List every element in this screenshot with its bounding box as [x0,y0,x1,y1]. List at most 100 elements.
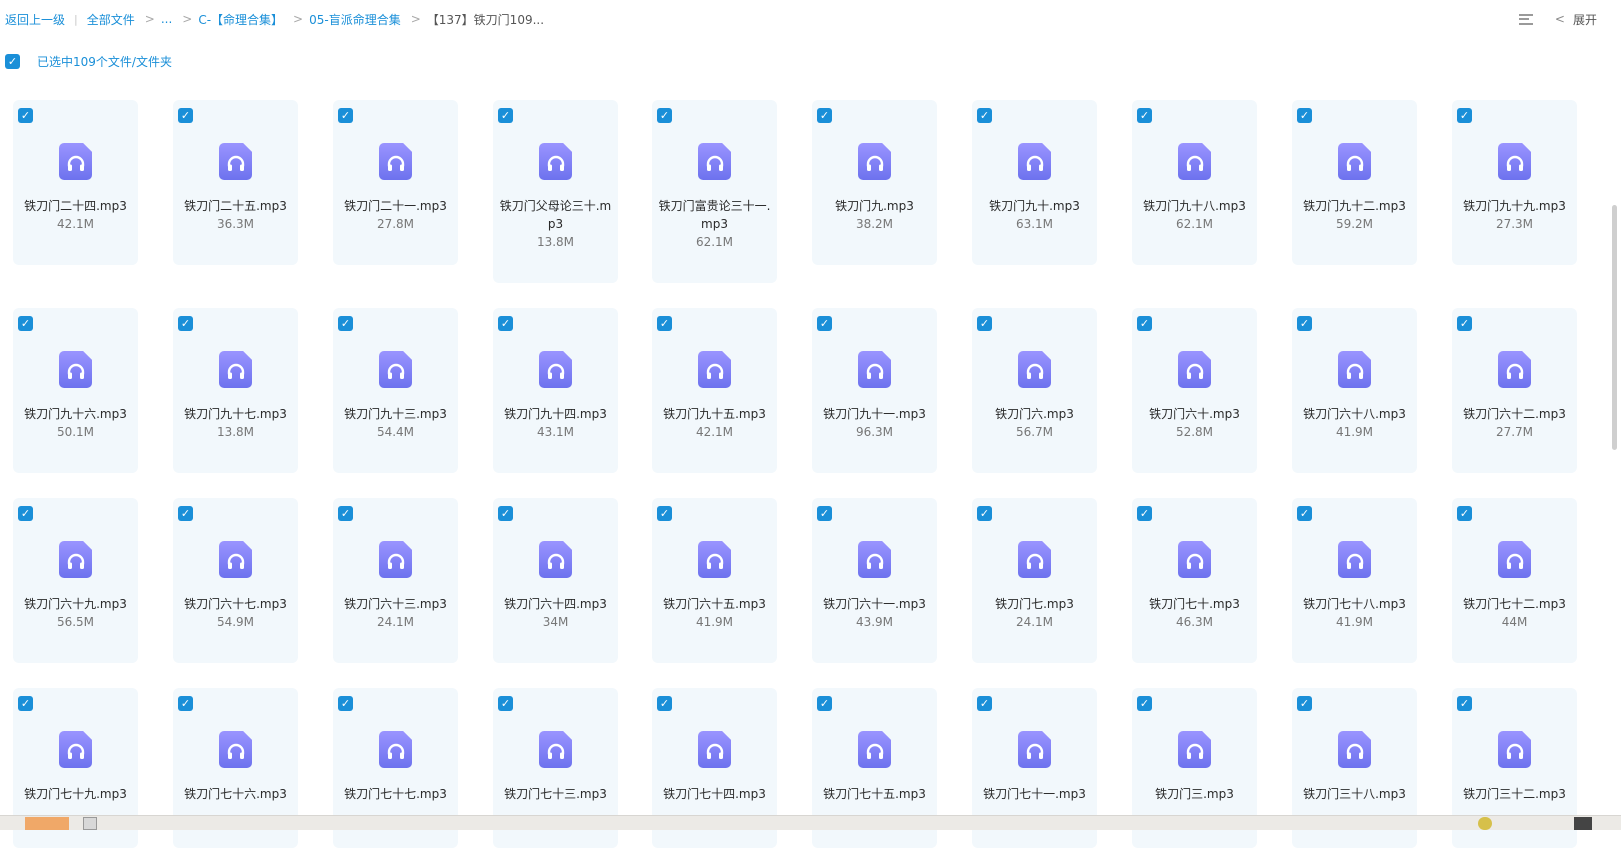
file-card[interactable]: ✓ 铁刀门七十八.mp3 41.9M [1292,498,1417,663]
file-checkbox[interactable]: ✓ [498,506,513,521]
file-checkbox[interactable]: ✓ [1137,696,1152,711]
check-icon: ✓ [1299,507,1310,520]
file-name: 铁刀门父母论三十.mp3 [499,199,612,231]
file-card[interactable]: ✓ 铁刀门七十二.mp3 44M [1452,498,1577,663]
file-checkbox[interactable]: ✓ [18,108,33,123]
file-card[interactable]: ✓ 铁刀门九十二.mp3 59.2M [1292,100,1417,265]
file-checkbox[interactable]: ✓ [498,696,513,711]
file-checkbox[interactable]: ✓ [498,316,513,331]
file-card[interactable]: ✓ 铁刀门父母论三十.mp3 13.8M [493,100,618,283]
file-size: 36.3M [216,217,255,231]
file-checkbox[interactable]: ✓ [657,316,672,331]
headphones-file-icon [1338,541,1371,578]
file-name-block: 铁刀门七十八.mp3 41.9M [1295,595,1414,631]
file-card[interactable]: ✓ 铁刀门九十四.mp3 43.1M [493,308,618,473]
tray-desktop-icon[interactable] [1574,817,1592,830]
check-icon: ✓ [20,317,31,330]
file-card[interactable]: ✓ 铁刀门九十五.mp3 42.1M [652,308,777,473]
file-card[interactable]: ✓ 铁刀门九.mp3 38.2M [812,100,937,265]
file-checkbox[interactable]: ✓ [817,696,832,711]
headphones-file-icon [1178,541,1211,578]
file-checkbox[interactable]: ✓ [657,108,672,123]
taskbar-app-button[interactable] [25,817,69,830]
file-checkbox[interactable]: ✓ [1457,696,1472,711]
file-checkbox[interactable]: ✓ [1297,316,1312,331]
file-checkbox[interactable]: ✓ [1137,506,1152,521]
taskbar-app-icon[interactable] [83,817,97,830]
file-card[interactable]: ✓ 铁刀门二十四.mp3 42.1M [13,100,138,265]
file-card[interactable]: ✓ 铁刀门六十九.mp3 56.5M [13,498,138,663]
headphones-file-icon [858,541,891,578]
file-card[interactable]: ✓ 铁刀门六十一.mp3 43.9M [812,498,937,663]
file-checkbox[interactable]: ✓ [1137,316,1152,331]
file-card[interactable]: ✓ 铁刀门二十一.mp3 27.8M [333,100,458,265]
file-name-block: 铁刀门七十七.mp3 [336,785,455,803]
headphones-file-icon [1498,351,1531,388]
file-card[interactable]: ✓ 铁刀门七十.mp3 46.3M [1132,498,1257,663]
check-icon: ✓ [1139,697,1150,710]
file-card[interactable]: ✓ 铁刀门六十三.mp3 24.1M [333,498,458,663]
check-icon: ✓ [979,109,990,122]
file-name-block: 铁刀门六十八.mp3 41.9M [1295,405,1414,441]
headphones-file-icon [1498,731,1531,768]
file-name: 铁刀门二十四.mp3 [24,199,127,213]
file-card[interactable]: ✓ 铁刀门六十八.mp3 41.9M [1292,308,1417,473]
file-checkbox[interactable]: ✓ [498,108,513,123]
file-checkbox[interactable]: ✓ [1457,108,1472,123]
file-checkbox[interactable]: ✓ [178,696,193,711]
file-card[interactable]: ✓ 铁刀门九十八.mp3 62.1M [1132,100,1257,265]
file-card[interactable]: ✓ 铁刀门九十九.mp3 27.3M [1452,100,1577,265]
file-checkbox[interactable]: ✓ [338,108,353,123]
file-checkbox[interactable]: ✓ [817,506,832,521]
file-card[interactable]: ✓ 铁刀门六十.mp3 52.8M [1132,308,1257,473]
file-checkbox[interactable]: ✓ [1137,108,1152,123]
file-card[interactable]: ✓ 铁刀门二十五.mp3 36.3M [173,100,298,265]
file-checkbox[interactable]: ✓ [977,108,992,123]
headphones-file-icon [1498,143,1531,180]
file-checkbox[interactable]: ✓ [817,316,832,331]
file-card[interactable]: ✓ 铁刀门富贵论三十一.mp3 62.1M [652,100,777,283]
file-checkbox[interactable]: ✓ [178,108,193,123]
file-checkbox[interactable]: ✓ [178,316,193,331]
headphones-file-icon [1018,351,1051,388]
file-checkbox[interactable]: ✓ [178,506,193,521]
file-checkbox[interactable]: ✓ [338,696,353,711]
file-card[interactable]: ✓ 铁刀门九十.mp3 63.1M [972,100,1097,265]
file-card[interactable]: ✓ 铁刀门九十一.mp3 96.3M [812,308,937,473]
file-name-block: 铁刀门九十六.mp3 50.1M [16,405,135,441]
file-name: 铁刀门三十八.mp3 [1303,787,1406,801]
file-checkbox[interactable]: ✓ [338,506,353,521]
file-card[interactable]: ✓ 铁刀门六.mp3 56.7M [972,308,1097,473]
file-size: 13.8M [216,425,255,439]
file-checkbox[interactable]: ✓ [817,108,832,123]
check-icon: ✓ [1299,109,1310,122]
file-checkbox[interactable]: ✓ [18,696,33,711]
check-icon: ✓ [340,109,351,122]
file-name-block: 铁刀门七十四.mp3 [655,785,774,803]
file-checkbox[interactable]: ✓ [338,316,353,331]
file-checkbox[interactable]: ✓ [1297,108,1312,123]
file-card[interactable]: ✓ 铁刀门九十六.mp3 50.1M [13,308,138,473]
scrollbar[interactable] [1612,205,1617,450]
file-card[interactable]: ✓ 铁刀门六十二.mp3 27.7M [1452,308,1577,473]
file-name-block: 铁刀门六.mp3 56.7M [975,405,1094,441]
file-checkbox[interactable]: ✓ [18,506,33,521]
file-card[interactable]: ✓ 铁刀门七.mp3 24.1M [972,498,1097,663]
file-card[interactable]: ✓ 铁刀门六十四.mp3 34M [493,498,618,663]
file-checkbox[interactable]: ✓ [18,316,33,331]
file-card[interactable]: ✓ 铁刀门六十七.mp3 54.9M [173,498,298,663]
file-checkbox[interactable]: ✓ [977,316,992,331]
file-checkbox[interactable]: ✓ [1297,506,1312,521]
check-icon: ✓ [819,317,830,330]
file-card[interactable]: ✓ 铁刀门六十五.mp3 41.9M [652,498,777,663]
file-checkbox[interactable]: ✓ [657,506,672,521]
file-checkbox[interactable]: ✓ [1297,696,1312,711]
file-checkbox[interactable]: ✓ [977,696,992,711]
file-checkbox[interactable]: ✓ [977,506,992,521]
file-checkbox[interactable]: ✓ [657,696,672,711]
file-card[interactable]: ✓ 铁刀门九十三.mp3 54.4M [333,308,458,473]
file-checkbox[interactable]: ✓ [1457,506,1472,521]
file-name-block: 铁刀门九十五.mp3 42.1M [655,405,774,441]
file-card[interactable]: ✓ 铁刀门九十七.mp3 13.8M [173,308,298,473]
file-checkbox[interactable]: ✓ [1457,316,1472,331]
